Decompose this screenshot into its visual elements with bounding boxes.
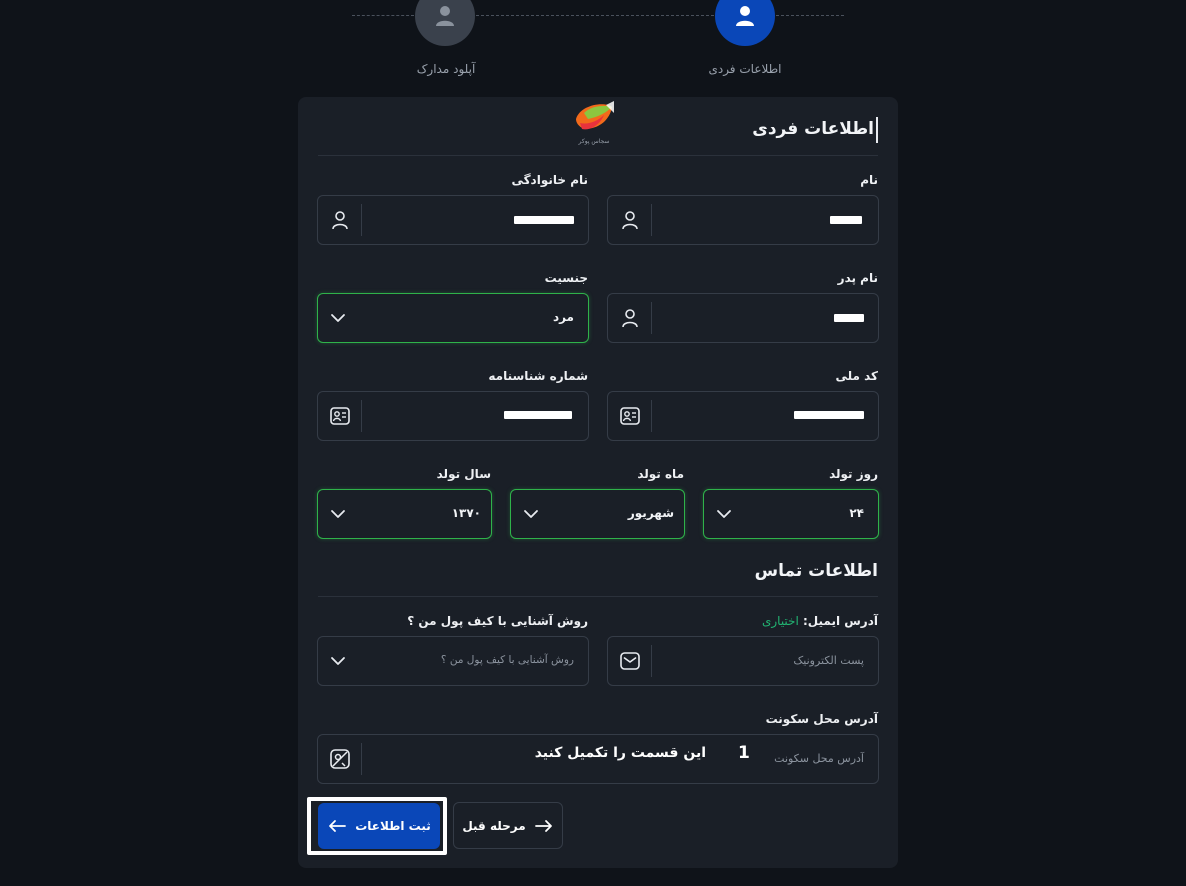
- submit-button-label: ثبت اطلاعات: [355, 819, 431, 833]
- father-name-field[interactable]: [607, 293, 879, 343]
- section-divider: [318, 596, 878, 597]
- stepper-connector-left: [352, 15, 414, 16]
- brand-logo: سجاس پوکر: [576, 101, 614, 145]
- submit-button[interactable]: ثبت اطلاعات: [318, 803, 440, 849]
- first-name-field[interactable]: [607, 195, 879, 245]
- birth-year-value: ۱۳۷۰: [451, 506, 481, 520]
- address-placeholder: آدرس محل سکونت: [774, 752, 864, 765]
- gender-select[interactable]: مرد: [317, 293, 589, 343]
- last-name-field[interactable]: [317, 195, 589, 245]
- last-name-label: نام خانوادگی: [511, 173, 588, 187]
- contact-info-heading: اطلاعات تماس: [754, 561, 878, 581]
- birth-year-select[interactable]: ۱۳۷۰: [317, 489, 492, 539]
- personal-info-form: سجاس پوکر اطلاعات فردی نام نام خانوادگی …: [298, 97, 898, 868]
- gender-label: جنسیت: [544, 271, 588, 285]
- email-field[interactable]: پست الکترونیک: [607, 636, 879, 686]
- national-code-label: کد ملی: [835, 369, 878, 383]
- birth-month-value: شهریور: [627, 506, 674, 520]
- last-name-redacted-value: [514, 216, 574, 224]
- national-code-redacted-value: [794, 411, 864, 419]
- chevron-down-icon: [328, 504, 348, 524]
- step-personal-info: [715, 0, 775, 46]
- birth-day-label: روز تولد: [829, 467, 878, 481]
- chevron-down-icon: [328, 308, 348, 328]
- address-label: آدرس محل سکونت: [765, 712, 878, 726]
- validation-hint-number: 1: [738, 743, 750, 763]
- arrow-left-icon: [329, 820, 347, 832]
- first-name-redacted-value: [830, 216, 862, 224]
- progress-stepper: آپلود مدارک اطلاعات فردی: [0, 0, 1186, 90]
- birth-cert-label: شماره شناسنامه: [488, 369, 588, 383]
- referral-select[interactable]: روش آشنایی با کیف پول من ؟: [317, 636, 589, 686]
- birth-cert-redacted-value: [504, 411, 572, 419]
- first-name-label: نام: [860, 173, 878, 187]
- validation-hint-text: این قسمت را تکمیل کنید: [534, 745, 706, 761]
- user-icon: [331, 211, 348, 230]
- previous-step-label: مرحله قبل: [462, 818, 526, 833]
- id-card-icon: [329, 407, 350, 425]
- email-optional-tag: اختیاری: [761, 614, 799, 628]
- section-divider: [318, 155, 878, 156]
- birth-day-value: ۲۴: [849, 506, 864, 520]
- birth-year-label: سال تولد: [436, 467, 491, 481]
- user-icon: [621, 211, 638, 230]
- text-cursor: [876, 117, 878, 143]
- step-upload-documents-label: آپلود مدارک: [416, 62, 476, 76]
- step-upload-documents: [415, 0, 475, 46]
- user-icon: [736, 6, 754, 26]
- personal-info-heading: اطلاعات فردی: [752, 119, 874, 139]
- previous-step-button[interactable]: مرحله قبل: [453, 802, 563, 849]
- chevron-down-icon: [714, 504, 734, 524]
- father-name-redacted-value: [834, 314, 864, 322]
- stepper-connector-middle: [476, 15, 714, 16]
- address-field[interactable]: آدرس محل سکونت 1 این قسمت را تکمیل کنید: [317, 734, 879, 784]
- id-card-icon: [619, 407, 640, 425]
- national-code-field[interactable]: [607, 391, 879, 441]
- email-label-text: آدرس ایمیل:: [803, 614, 878, 628]
- brand-caption: سجاس پوکر: [578, 138, 610, 145]
- birth-month-select[interactable]: شهریور: [510, 489, 685, 539]
- arrow-right-icon: [534, 819, 552, 832]
- father-name-label: نام پدر: [837, 271, 878, 285]
- birth-day-select[interactable]: ۲۴: [703, 489, 879, 539]
- user-icon: [436, 6, 454, 26]
- mail-icon: [619, 652, 640, 670]
- birth-cert-field[interactable]: [317, 391, 589, 441]
- chevron-down-icon: [521, 504, 541, 524]
- map-icon: [329, 749, 350, 769]
- referral-placeholder: روش آشنایی با کیف پول من ؟: [440, 654, 574, 666]
- email-label: آدرس ایمیل: اختیاری: [762, 614, 878, 628]
- gender-value: مرد: [552, 310, 574, 324]
- chevron-down-icon: [328, 651, 348, 671]
- email-placeholder: پست الکترونیک: [793, 654, 864, 667]
- user-icon: [621, 309, 638, 328]
- birth-month-label: ماه تولد: [637, 467, 684, 481]
- stepper-connector-right: [776, 15, 844, 16]
- referral-label: روش آشنایی با کیف پول من ؟: [407, 614, 588, 628]
- step-personal-info-label: اطلاعات فردی: [708, 62, 782, 76]
